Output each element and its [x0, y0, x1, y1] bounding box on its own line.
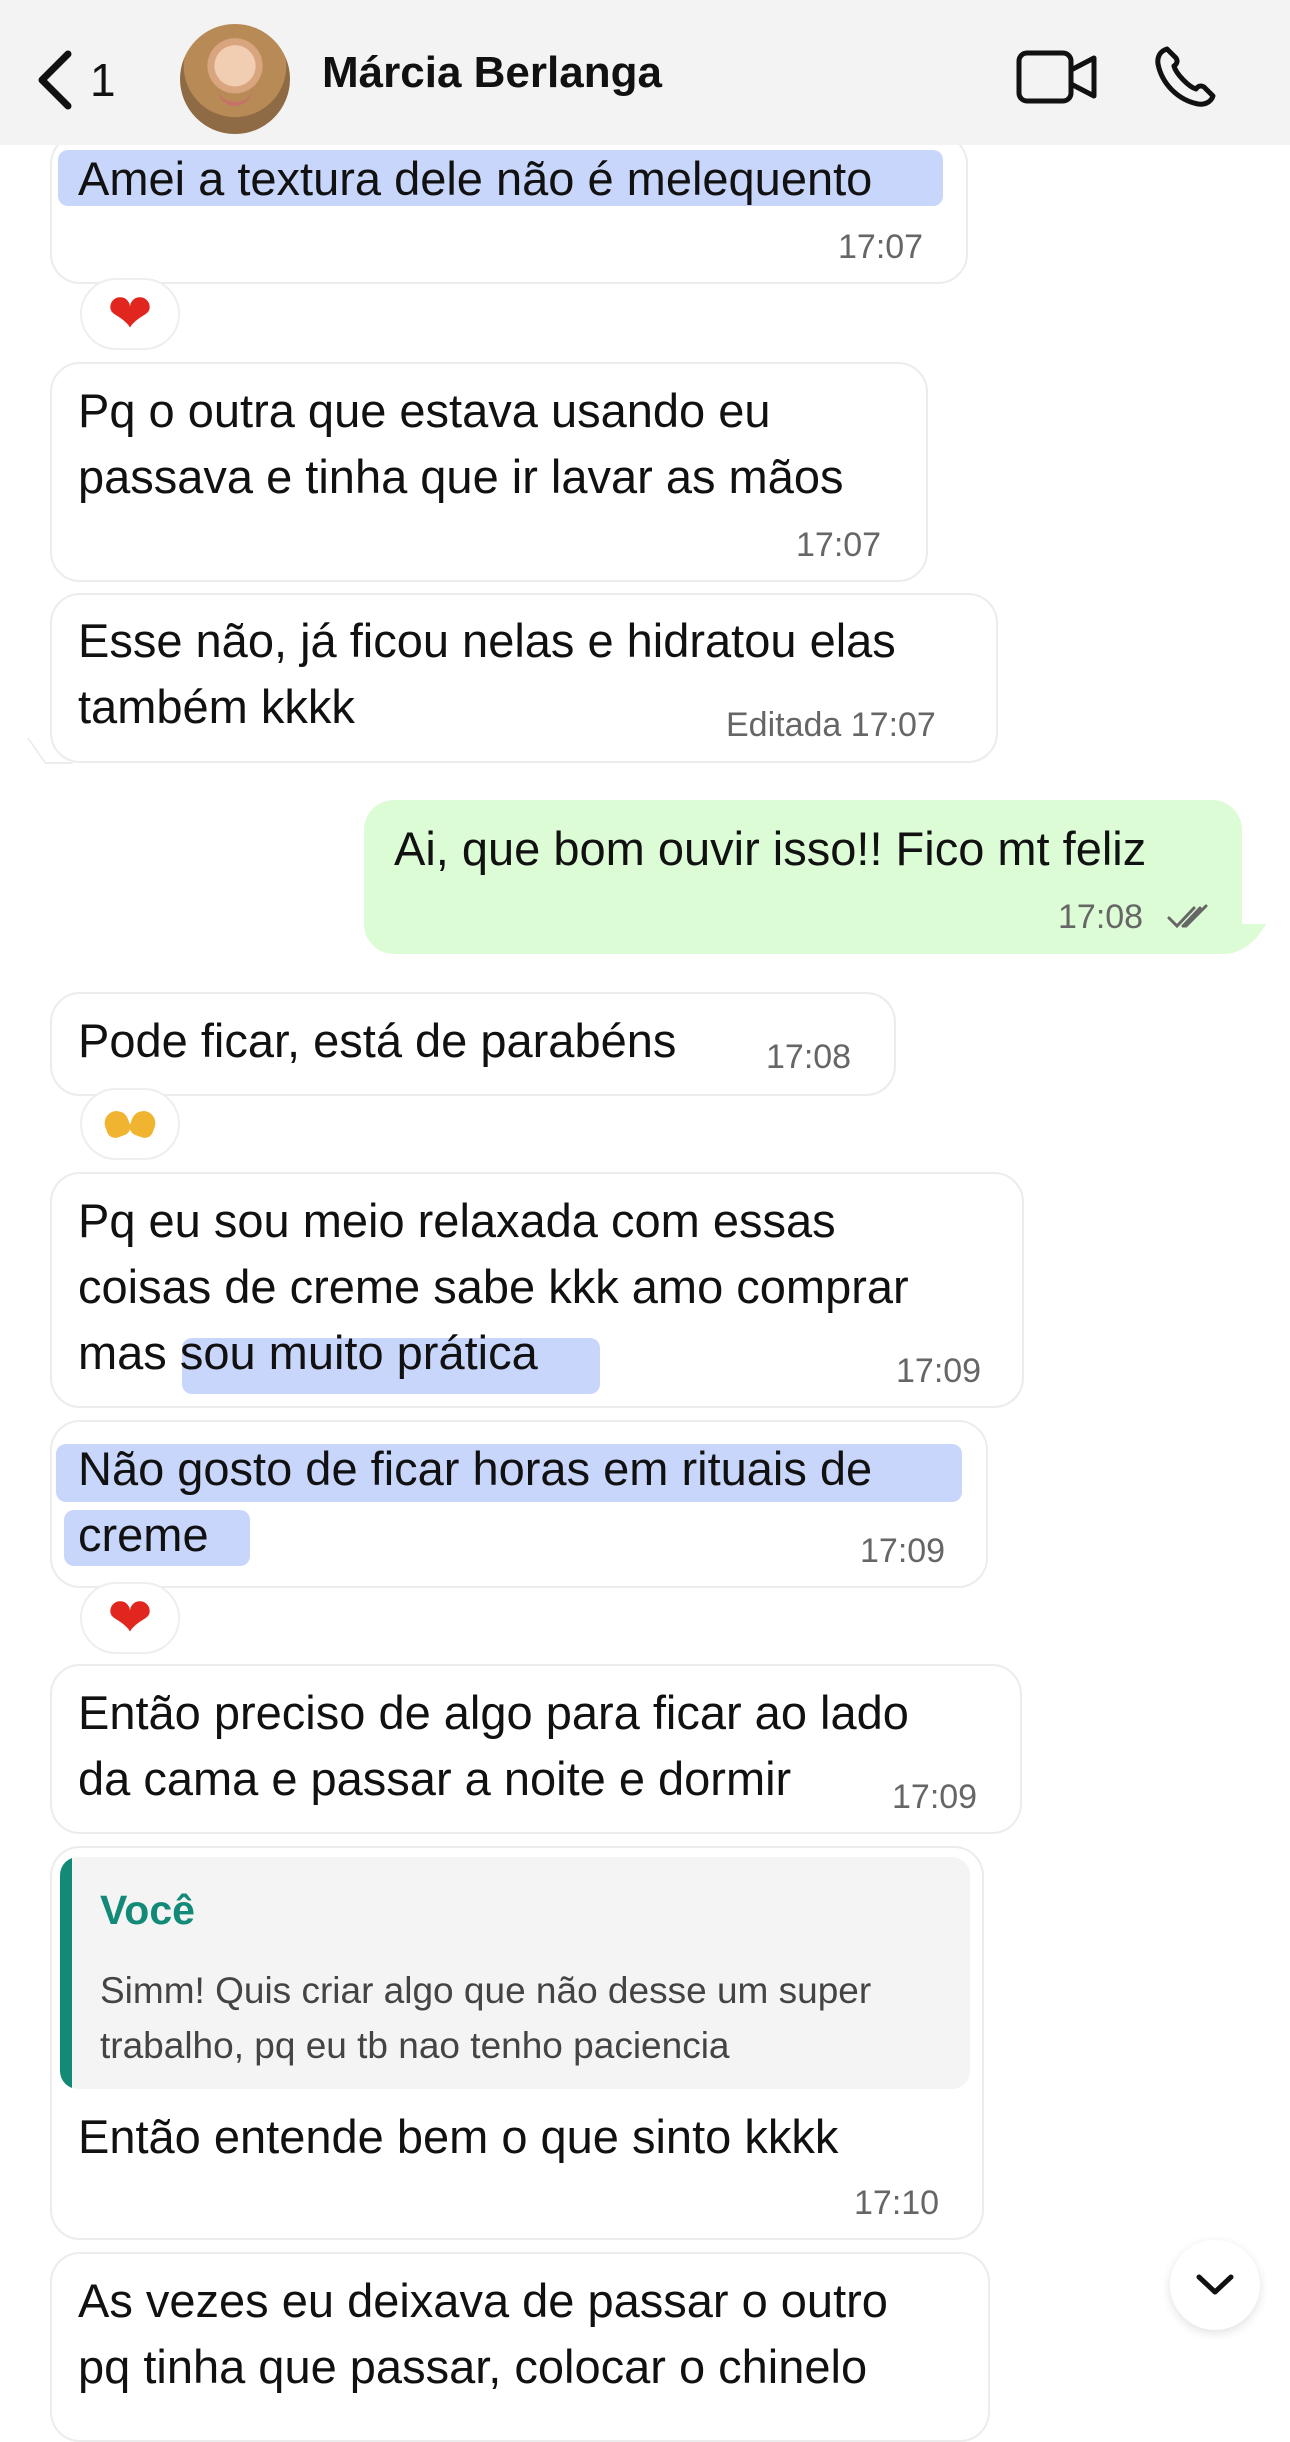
- message-time: 17:07: [838, 228, 924, 266]
- back-button[interactable]: 1: [34, 44, 116, 116]
- message-time: 17:08: [1058, 898, 1144, 936]
- scroll-to-bottom-button[interactable]: [1170, 2240, 1260, 2330]
- reaction-badge[interactable]: [80, 1088, 180, 1160]
- message-text: da cama e passar a noite e dormir: [78, 1752, 792, 1805]
- heart-hands-icon: [105, 1108, 155, 1140]
- video-call-icon[interactable]: [1016, 48, 1098, 106]
- message-text: também kkkk: [78, 680, 355, 733]
- message-text: Amei a textura dele não é melequento: [78, 152, 873, 205]
- message-text: Pq eu sou meio relaxada com essas: [78, 1194, 836, 1247]
- message-text: Então entende bem o que sinto kkkk: [78, 2110, 839, 2163]
- message-time: 17:09: [892, 1778, 978, 1816]
- message-time: 17:09: [860, 1532, 946, 1570]
- message-time: 17:09: [896, 1352, 982, 1390]
- quoted-message[interactable]: Você Simm! Quis criar algo que não desse…: [60, 1857, 970, 2089]
- message-time: 17:08: [766, 1038, 852, 1076]
- quote-author: Você: [100, 1887, 195, 1933]
- quote-text: Simm! Quis criar algo que não desse um s…: [100, 1970, 872, 2011]
- message-time: Editada 17:07: [726, 706, 936, 744]
- message-text: pq tinha que passar, colocar o chinelo: [78, 2340, 868, 2393]
- chevron-left-icon: [38, 50, 72, 110]
- message-text: passava e tinha que ir lavar as mãos: [78, 450, 844, 503]
- chat-header: 1 Márcia Berlanga: [0, 0, 1290, 145]
- message-text: Pq o outra que estava usando eu: [78, 384, 771, 437]
- message-text: creme: [78, 1508, 209, 1561]
- chevron-down-icon: [1196, 2274, 1234, 2295]
- back-count: 1: [90, 54, 116, 106]
- phone-icon[interactable]: [1152, 44, 1218, 110]
- message-text: Esse não, já ficou nelas e hidratou elas: [78, 614, 896, 667]
- message-time: 17:10: [854, 2184, 940, 2222]
- heart-icon: ❤: [107, 284, 153, 344]
- quote-accent-bar: [60, 1857, 72, 2089]
- message-text: mas sou muito prática: [78, 1326, 538, 1379]
- avatar[interactable]: [180, 24, 290, 134]
- message-text: Não gosto de ficar horas em rituais de: [78, 1442, 873, 1495]
- heart-icon: ❤: [107, 1588, 153, 1648]
- message-text: Ai, que bom ouvir isso!! Fico mt feliz: [394, 822, 1147, 875]
- message-text: Então preciso de algo para ficar ao lado: [78, 1686, 909, 1739]
- contact-name[interactable]: Márcia Berlanga: [322, 48, 662, 98]
- reaction-badge[interactable]: ❤: [80, 1582, 180, 1654]
- double-check-icon: [1167, 904, 1208, 929]
- quote-text: trabalho, pq eu tb nao tenho paciencia: [100, 2025, 730, 2066]
- message-time: 17:07: [796, 526, 882, 564]
- message-text: As vezes eu deixava de passar o outro: [78, 2274, 888, 2327]
- reaction-badge[interactable]: ❤: [80, 278, 180, 350]
- message-text: coisas de creme sabe kkk amo comprar: [78, 1260, 909, 1313]
- message-text: Pode ficar, está de parabéns: [78, 1014, 677, 1067]
